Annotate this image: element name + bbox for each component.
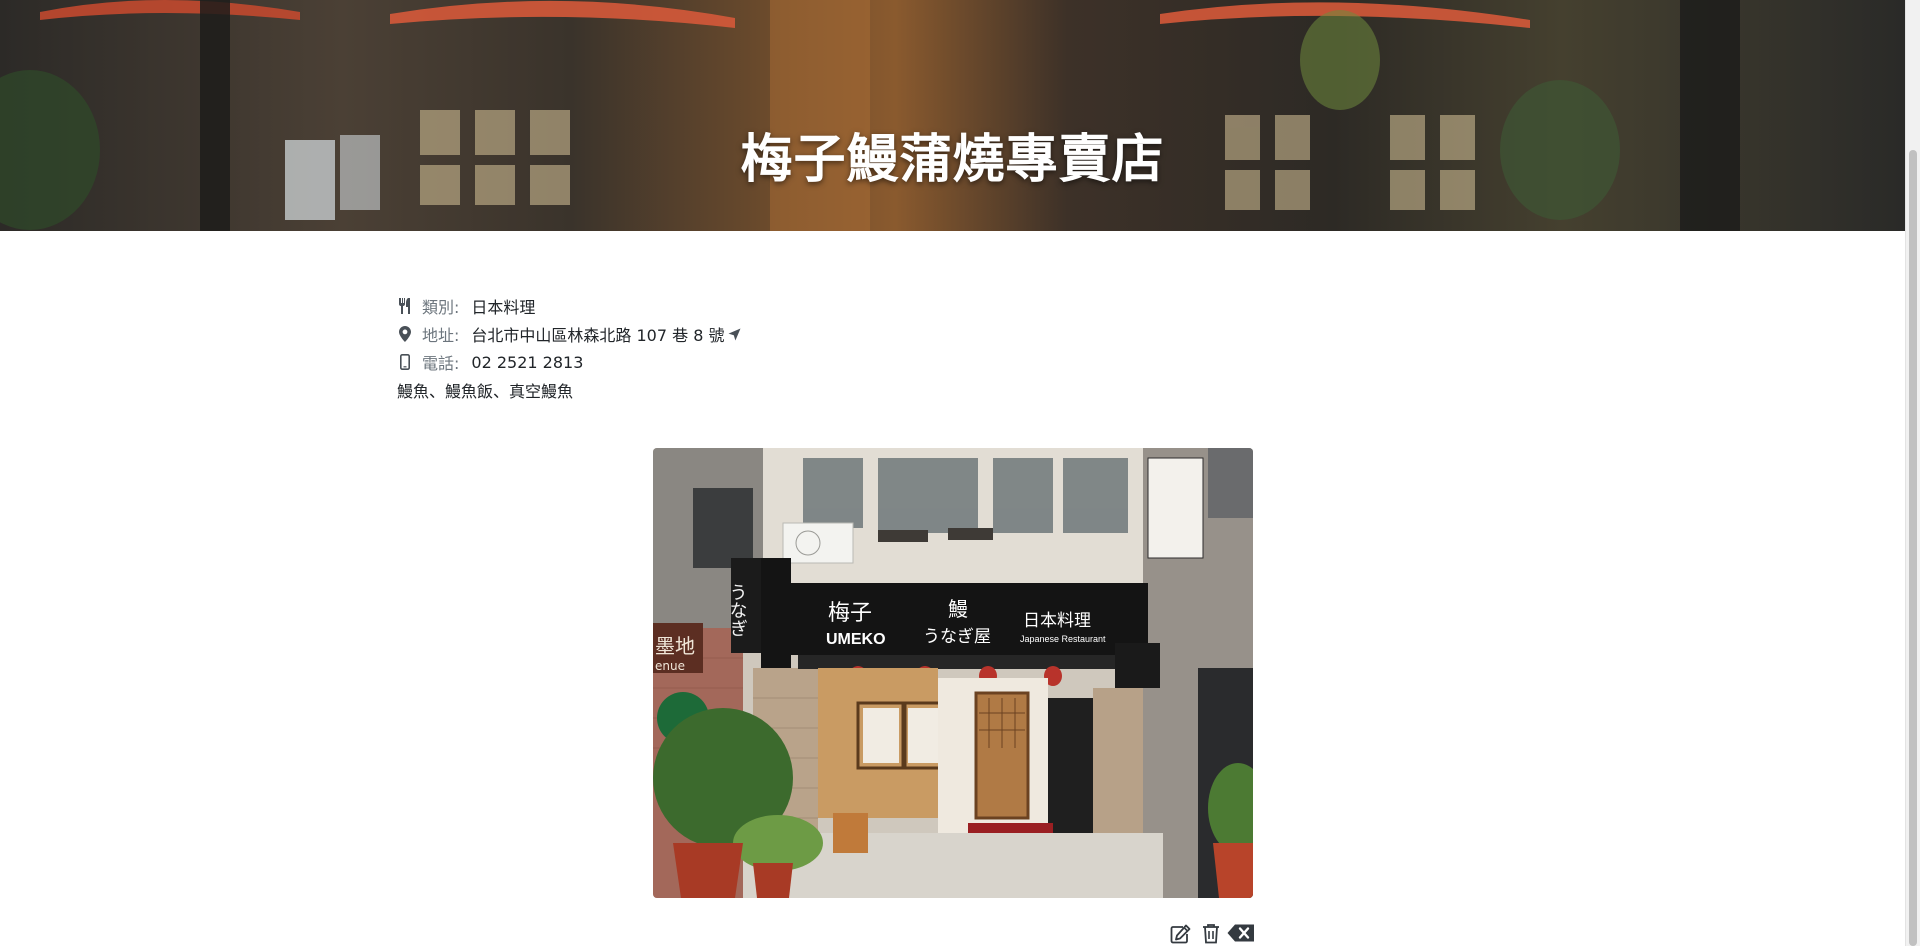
category-value: 日本料理 xyxy=(471,298,536,317)
delete-button[interactable] xyxy=(1197,920,1225,946)
address-link[interactable]: 台北市中山區林森北路 107 巷 8 號 xyxy=(471,322,724,346)
address-row: 地址: 台北市中山區林森北路 107 巷 8 號 xyxy=(397,320,741,348)
side-sign-text: 墨地 xyxy=(655,634,695,658)
scrollbar-thumb[interactable] xyxy=(1909,150,1917,946)
record-actions xyxy=(1165,920,1255,946)
category-row: 類別: 日本料理 xyxy=(397,292,741,320)
phone-value: 02 2521 2813 xyxy=(471,352,584,372)
restaurant-name-title: 梅子鰻蒲燒專賣店 xyxy=(740,130,1165,190)
hanging-sign-text: うなぎ xyxy=(727,583,748,637)
sign-unagiya: うなぎ屋 xyxy=(923,627,991,647)
page-scrollbar[interactable] xyxy=(1905,0,1920,946)
phone-row: 電話: 02 2521 2813 xyxy=(397,348,741,376)
storefront-image: 墨地 enue うなぎ 梅子 UMEKO 鰻 うなぎ屋 日本料理 Japanes… xyxy=(653,448,1253,898)
phone-label: 電話: xyxy=(422,354,460,373)
mobile-phone-icon xyxy=(397,354,413,370)
sign-brand-zh: 梅子 xyxy=(828,601,872,626)
restaurant-photo: 墨地 enue うなぎ 梅子 UMEKO 鰻 うなぎ屋 日本料理 Japanes… xyxy=(653,448,1253,898)
sign-cuisine-en: Japanese Restaurant xyxy=(1020,634,1106,644)
category-label: 類別: xyxy=(422,298,460,317)
address-label: 地址: xyxy=(422,326,460,345)
sign-cuisine: 日本料理 xyxy=(1023,611,1091,631)
restaurant-info: 類別: 日本料理 地址: 台北市中山區林森北路 107 巷 8 號 電話: 02… xyxy=(397,292,741,404)
backspace-icon xyxy=(1227,924,1254,942)
restaurant-description: 鰻魚、鰻魚飯、真空鰻魚 xyxy=(397,382,574,401)
banner-background-image xyxy=(0,0,1740,231)
sign-brand-en: UMEKO xyxy=(826,631,886,648)
side-sign-en-text: enue xyxy=(655,659,685,673)
map-marker-icon xyxy=(397,326,413,342)
sign-eel: 鰻 xyxy=(948,597,968,621)
trash-icon xyxy=(1203,923,1219,943)
remove-button[interactable] xyxy=(1227,920,1255,946)
restaurant-detail-page: 梅子鰻蒲燒專賣店 類別: 日本料理 地址: 台北市中山區林森北路 107 巷 8… xyxy=(0,0,1920,946)
edit-icon xyxy=(1170,924,1191,943)
description-row: 鰻魚、鰻魚飯、真空鰻魚 xyxy=(397,376,741,404)
utensils-icon xyxy=(397,298,413,314)
location-arrow-icon[interactable] xyxy=(728,328,741,341)
edit-button[interactable] xyxy=(1167,920,1195,946)
hero-banner: 梅子鰻蒲燒專賣店 xyxy=(0,0,1905,231)
